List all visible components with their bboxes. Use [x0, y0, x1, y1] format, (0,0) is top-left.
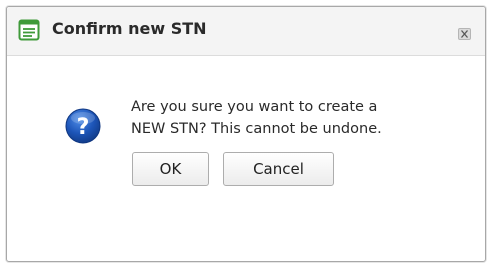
confirm-dialog: Confirm new STN ? Are you sure you want … [6, 6, 486, 262]
ok-button[interactable]: OK [132, 152, 209, 186]
dialog-titlebar[interactable]: Confirm new STN [7, 7, 485, 56]
dialog-title: Confirm new STN [52, 19, 207, 38]
svg-text:?: ? [77, 115, 90, 140]
question-icon: ? [65, 108, 101, 144]
message-line: NEW STN? This cannot be undone. [131, 121, 382, 137]
message-line: Are you sure you want to create a [131, 99, 378, 115]
dialog-message: Are you sure you want to create a NEW ST… [131, 96, 461, 140]
close-button[interactable] [458, 28, 471, 40]
close-icon [461, 30, 468, 38]
cancel-button[interactable]: Cancel [223, 152, 334, 186]
form-icon [18, 19, 40, 41]
